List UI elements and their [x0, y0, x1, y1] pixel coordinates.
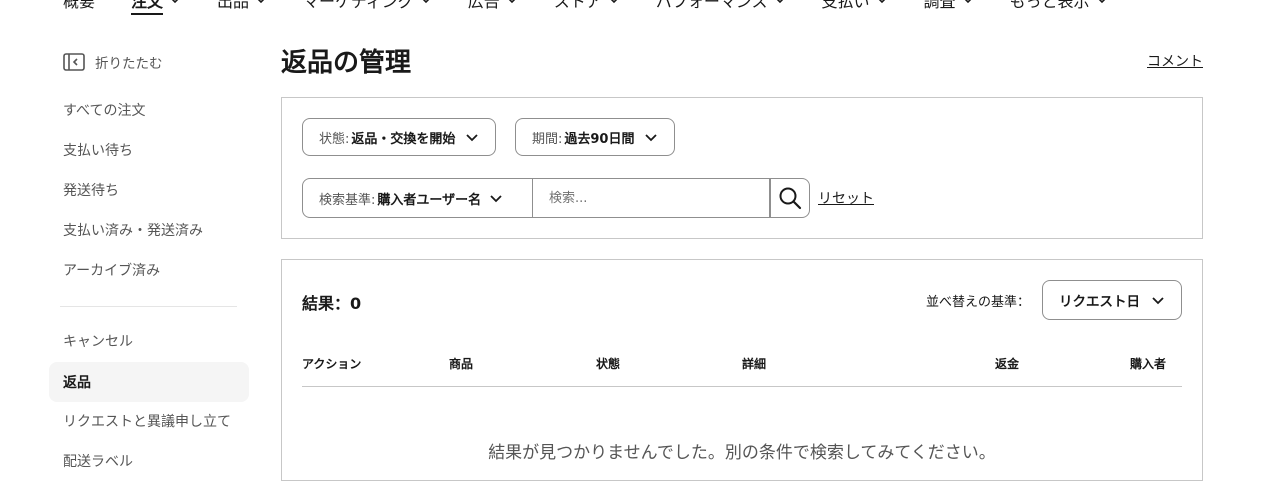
sidebar-item-label: アーカイブ済み	[63, 263, 161, 279]
search-group: 検索基準: 購入者ユーザー名	[302, 178, 810, 218]
chevron-down-icon	[508, 0, 515, 4]
chevron-down-icon	[422, 0, 429, 4]
nav-item-advertising[interactable]: 広告	[468, 0, 518, 12]
chevron-down-icon	[964, 0, 971, 4]
sidebar-item-label: 支払い済み・発送済み	[63, 223, 203, 239]
column-header-buyer[interactable]: 購入者	[1130, 355, 1166, 372]
nav-item-label: 広告	[467, 0, 500, 11]
sidebar-item-label: 発送待ち	[63, 183, 119, 199]
column-header-status[interactable]: 状態	[596, 355, 620, 372]
nav-item-orders[interactable]: 注文	[131, 0, 181, 15]
column-header-item[interactable]: 商品	[449, 355, 473, 372]
chevron-down-icon	[776, 0, 783, 4]
search-button[interactable]	[770, 178, 810, 218]
sidebar-item-requests-disputes[interactable]: リクエストと異議申し立て	[49, 401, 249, 441]
search-by-label: 検索基準:	[319, 192, 376, 208]
sidebar-item-returns[interactable]: 返品	[49, 362, 249, 402]
sidebar-item-all-orders[interactable]: すべての注文	[49, 90, 249, 130]
nav-item-marketing[interactable]: マーケティング	[303, 0, 432, 12]
search-by-value: 購入者ユーザー名	[377, 192, 482, 208]
period-filter-label: 期間:	[532, 131, 563, 147]
nav-item-performance[interactable]: パフォーマンス	[656, 0, 786, 12]
sort-dropdown[interactable]: リクエスト日	[1042, 280, 1182, 320]
nav-item-label: 注文	[131, 0, 164, 11]
sidebar-item-label: キャンセル	[63, 334, 133, 350]
status-filter-label: 状態:	[319, 131, 350, 147]
period-filter-dropdown[interactable]: 期間: 過去90日間	[515, 118, 676, 156]
page-title: 返品の管理	[281, 48, 412, 78]
nav-item-store[interactable]: ストア	[554, 0, 620, 12]
filter-panel: 状態: 返品・交換を開始 期間: 過去90日間 検索基準: 購入者ユーザー名 リ…	[281, 97, 1203, 239]
sidebar-item-awaiting-payment[interactable]: 支払い待ち	[49, 130, 249, 170]
sidebar-item-label: 支払い待ち	[63, 143, 133, 159]
sort-label: 並べ替えの基準：	[925, 295, 1030, 310]
sidebar-item-label: リクエストと異議申し立て	[63, 414, 231, 430]
top-navigation: 概要 注文 出品 マーケティング 広告 ストア パフォーマンス 支払い 調査 も…	[63, 0, 1144, 16]
nav-item-research[interactable]: 調査	[924, 0, 974, 12]
sidebar-item-shipping-labels[interactable]: 配送ラベル	[49, 441, 249, 481]
sidebar-item-cancellations[interactable]: キャンセル	[49, 321, 249, 361]
sidebar-item-label: すべての注文	[63, 103, 146, 119]
sort-value: リクエスト日	[1059, 294, 1140, 310]
table-header: アクション 商品 状態 詳細 返金 購入者	[302, 347, 1182, 387]
status-filter-value: 返品・交換を開始	[351, 131, 456, 147]
search-by-dropdown[interactable]: 検索基準: 購入者ユーザー名	[302, 178, 533, 218]
results-panel: 結果：0 並べ替えの基準： リクエスト日 アクション 商品 状態 詳細 返金 購…	[281, 259, 1203, 481]
nav-item-label: ストア	[553, 0, 602, 11]
nav-item-more[interactable]: もっと表示	[1010, 0, 1108, 12]
nav-item-label: 調査	[923, 0, 956, 11]
column-header-action[interactable]: アクション	[302, 355, 361, 372]
reset-link[interactable]: リセット	[818, 188, 874, 208]
nav-item-label: もっと表示	[1009, 0, 1090, 11]
nav-item-label: パフォーマンス	[655, 0, 768, 11]
chevron-down-icon	[645, 134, 658, 142]
nav-item-payments[interactable]: 支払い	[822, 0, 888, 12]
sidebar-item-awaiting-shipment[interactable]: 発送待ち	[49, 170, 249, 210]
chevron-down-icon	[878, 0, 885, 4]
sidebar-item-label: 配送ラベル	[63, 454, 133, 470]
status-filter-dropdown[interactable]: 状態: 返品・交換を開始	[302, 118, 497, 156]
search-icon	[779, 187, 802, 210]
collapse-panel-icon	[63, 53, 85, 71]
chevron-down-icon	[257, 0, 265, 4]
period-filter-value: 過去90日間	[564, 131, 635, 147]
column-header-details[interactable]: 詳細	[742, 355, 766, 372]
sidebar-item-archived[interactable]: アーカイブ済み	[49, 250, 249, 290]
chevron-down-icon	[490, 195, 502, 203]
chevron-down-icon	[466, 134, 479, 142]
sidebar-divider	[60, 306, 237, 307]
chevron-down-icon	[610, 0, 617, 4]
chevron-down-icon	[1152, 297, 1164, 305]
chevron-down-icon	[171, 0, 179, 4]
sidebar-item-paid-shipped[interactable]: 支払い済み・発送済み	[49, 210, 249, 250]
nav-item-label: 出品	[217, 0, 250, 11]
collapse-label: 折りたたむ	[95, 56, 163, 72]
nav-item-listings[interactable]: 出品	[217, 0, 267, 12]
column-header-refund[interactable]: 返金	[995, 355, 1019, 372]
nav-item-label: マーケティング	[303, 0, 414, 11]
results-count: 結果：0	[302, 294, 362, 313]
comment-link[interactable]: コメント	[1147, 51, 1203, 71]
sidebar-item-label: 返品	[63, 375, 91, 391]
empty-results-message: 結果が見つかりませんでした。別の条件で検索してみてください。	[488, 443, 996, 463]
search-input[interactable]	[533, 178, 770, 218]
nav-item-overview[interactable]: 概要	[63, 0, 95, 12]
nav-item-label: 支払い	[821, 0, 870, 11]
chevron-down-icon	[1098, 0, 1105, 4]
nav-item-label: 概要	[63, 0, 96, 11]
collapse-sidebar-button[interactable]: 折りたたむ	[63, 52, 163, 72]
